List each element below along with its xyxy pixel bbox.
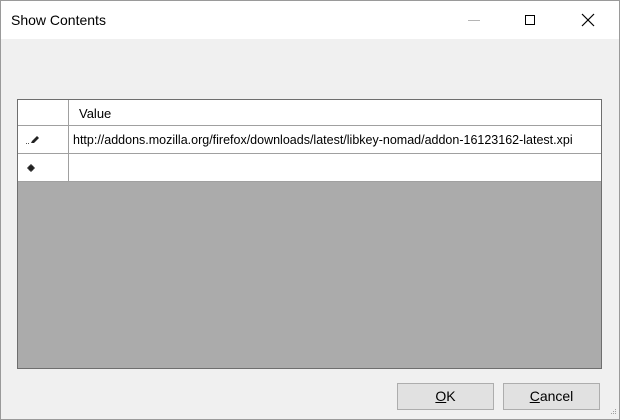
ok-label-rest: K xyxy=(446,388,456,404)
maximize-button[interactable] xyxy=(507,1,553,39)
grid-corner-cell[interactable] xyxy=(18,100,69,125)
column-header-value[interactable]: Value xyxy=(69,100,601,125)
row-header[interactable] xyxy=(18,154,69,181)
table-row[interactable]: http://addons.mozilla.org/firefox/downlo… xyxy=(18,126,601,154)
pencil-icon xyxy=(26,136,39,144)
cancel-button[interactable]: Cancel xyxy=(503,383,600,410)
resize-grip-icon[interactable] xyxy=(607,407,617,417)
grid-header-row: Value xyxy=(18,100,601,126)
window-title: Show Contents xyxy=(11,12,106,28)
title-bar[interactable]: Show Contents xyxy=(1,1,619,39)
show-contents-dialog: Show Contents Value http://addons.mozill… xyxy=(0,0,620,420)
cancel-mnemonic: C xyxy=(529,388,540,404)
maximize-icon xyxy=(525,15,535,25)
ok-button[interactable]: OK xyxy=(397,383,494,410)
close-icon xyxy=(581,13,595,27)
cancel-label-rest: ancel xyxy=(539,388,574,404)
new-row-asterisk-icon xyxy=(27,164,35,172)
column-header-label: Value xyxy=(79,106,112,121)
value-cell[interactable]: http://addons.mozilla.org/firefox/downlo… xyxy=(73,133,599,147)
minimize-icon xyxy=(468,19,480,21)
minimize-button[interactable] xyxy=(451,1,497,39)
row-header[interactable] xyxy=(18,126,69,153)
values-grid[interactable]: Value http://addons.mozilla.org/firefox/… xyxy=(17,99,602,369)
ok-mnemonic: O xyxy=(435,388,447,404)
new-table-row[interactable] xyxy=(18,154,601,182)
close-button[interactable] xyxy=(565,1,611,39)
